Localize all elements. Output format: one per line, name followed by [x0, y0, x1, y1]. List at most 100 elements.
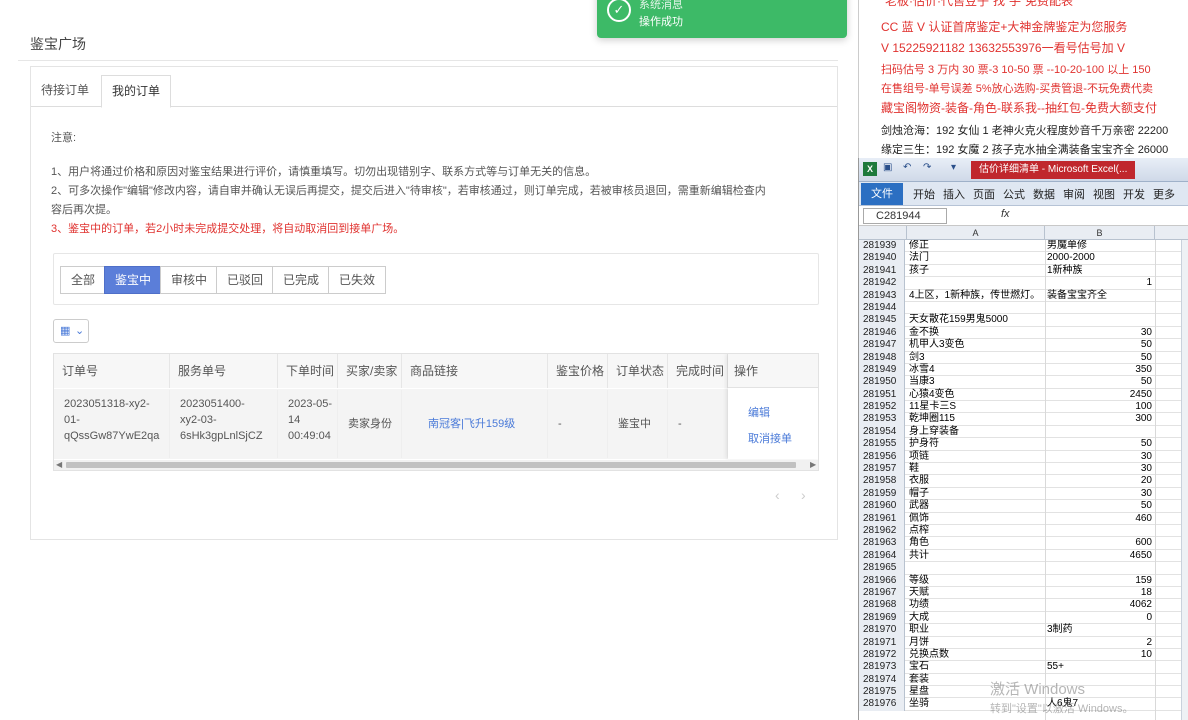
cell-b[interactable]: 4650: [1045, 550, 1155, 562]
row-number[interactable]: 281939: [859, 240, 905, 253]
spreadsheet-row[interactable]: 281963 角色 600: [859, 537, 1188, 550]
cell-a[interactable]: 当康3: [907, 376, 1043, 388]
cell-a[interactable]: 帽子: [907, 488, 1043, 500]
row-number[interactable]: 281948: [859, 351, 905, 364]
cell-b[interactable]: 0: [1045, 612, 1155, 624]
row-number[interactable]: 281961: [859, 512, 905, 525]
name-box[interactable]: C281944: [863, 208, 947, 224]
col-header-done-time[interactable]: 完成时间: [668, 354, 728, 388]
cell-b[interactable]: 2000-2000: [1045, 252, 1155, 264]
row-number[interactable]: 281960: [859, 500, 905, 513]
ribbon-tab-home[interactable]: 开始: [913, 186, 935, 202]
cell-b[interactable]: 100: [1045, 401, 1155, 413]
cancel-order-link[interactable]: 取消接单: [748, 430, 792, 446]
row-number[interactable]: 281953: [859, 413, 905, 426]
cell-b[interactable]: 男魔单修: [1045, 240, 1155, 252]
column-header-b[interactable]: B: [1045, 226, 1155, 240]
row-number[interactable]: 281965: [859, 562, 905, 575]
cell-a[interactable]: 宝石: [907, 661, 1043, 673]
spreadsheet-row[interactable]: 281943 4上区，1新种族，传世燃灯。 装备宝宝齐全: [859, 289, 1188, 302]
cell-a[interactable]: 功绩: [907, 599, 1043, 611]
spreadsheet-row[interactable]: 281966 等级 159: [859, 574, 1188, 587]
row-number[interactable]: 281954: [859, 425, 905, 439]
row-number[interactable]: 281958: [859, 475, 905, 488]
cell-a[interactable]: 法门: [907, 252, 1043, 264]
cell-a[interactable]: 共计: [907, 550, 1043, 562]
tab-my-orders[interactable]: 我的订单: [101, 75, 172, 108]
cell-b[interactable]: 4062: [1045, 599, 1155, 611]
cell-b[interactable]: 30: [1045, 488, 1155, 500]
row-number[interactable]: 281967: [859, 586, 905, 600]
tab-pending-orders[interactable]: 待接订单: [31, 75, 99, 107]
row-number[interactable]: 281959: [859, 487, 905, 501]
spreadsheet-row[interactable]: 281945 天女散花159男鬼5000: [859, 314, 1188, 327]
row-number[interactable]: 281950: [859, 376, 905, 389]
row-number[interactable]: 281949: [859, 363, 905, 377]
ribbon-tab-insert[interactable]: 插入: [943, 186, 965, 202]
ribbon-tab-more[interactable]: 更多: [1153, 186, 1175, 202]
row-number[interactable]: 281966: [859, 574, 905, 587]
row-number[interactable]: 281952: [859, 401, 905, 414]
row-number[interactable]: 281945: [859, 314, 905, 327]
spreadsheet-row[interactable]: 281973 宝石 55+: [859, 661, 1188, 674]
cell-a[interactable]: 佩饰: [907, 513, 1043, 525]
row-number[interactable]: 281946: [859, 326, 905, 340]
cell-a[interactable]: 武器: [907, 500, 1043, 512]
row-number[interactable]: 281975: [859, 686, 905, 699]
spreadsheet-row[interactable]: 281972 兑换点数 10: [859, 648, 1188, 662]
cell-a[interactable]: 兑换点数: [907, 649, 1043, 661]
spreadsheet-grid[interactable]: 281939 修正 男魔单修 281940 法门 2000-2000 281941 孩子 1新种…: [859, 240, 1188, 720]
cell-b[interactable]: 1新种族: [1045, 265, 1155, 277]
spreadsheet-row[interactable]: 281939 修正 男魔单修: [859, 240, 1188, 253]
cell-a[interactable]: 点榨: [907, 525, 1043, 537]
cell-a[interactable]: 孩子: [907, 265, 1043, 277]
cell-a[interactable]: 金不换: [907, 327, 1043, 339]
spreadsheet-row[interactable]: 281947 机甲人3变色 50: [859, 339, 1188, 352]
cell-a[interactable]: 冰雪4: [907, 364, 1043, 376]
horizontal-scrollbar[interactable]: ◀ ▶: [54, 460, 818, 470]
row-number[interactable]: 281951: [859, 388, 905, 402]
cell-a[interactable]: 身上穿装备: [907, 426, 1043, 438]
scroll-left-icon[interactable]: ◀: [56, 460, 62, 470]
row-number[interactable]: 281968: [859, 599, 905, 612]
filter-completed-button[interactable]: 已完成: [272, 266, 331, 294]
item-link[interactable]: 南冠客|飞升159级: [428, 418, 515, 430]
spreadsheet-row[interactable]: 281969 大成 0: [859, 611, 1188, 625]
spreadsheet-row[interactable]: 281953 乾坤圈115 300: [859, 413, 1188, 426]
scroll-right-icon[interactable]: ▶: [810, 460, 816, 470]
cell-a[interactable]: 衣服: [907, 475, 1043, 487]
spreadsheet-row[interactable]: 281948 剑3 50: [859, 351, 1188, 364]
row-number[interactable]: 281974: [859, 673, 905, 687]
cell-b[interactable]: 55+: [1045, 661, 1155, 673]
ribbon-tab-developer[interactable]: 开发: [1123, 186, 1145, 202]
row-number[interactable]: 281942: [859, 277, 905, 290]
cell-b[interactable]: 20: [1045, 475, 1155, 487]
cell-a[interactable]: 心猿4变色: [907, 389, 1043, 401]
spreadsheet-row[interactable]: 281971 月饼 2: [859, 636, 1188, 649]
row-number[interactable]: 281964: [859, 549, 905, 563]
spreadsheet-row[interactable]: 281968 功绩 4062: [859, 599, 1188, 612]
redo-icon[interactable]: ↷: [923, 162, 931, 173]
cell-a[interactable]: 4上区，1新种族，传世燃灯。: [907, 290, 1043, 302]
cell-b[interactable]: 300: [1045, 413, 1155, 425]
col-header-status[interactable]: 订单状态: [608, 354, 668, 388]
column-header-a[interactable]: A: [907, 226, 1045, 240]
spreadsheet-row[interactable]: 281944: [859, 301, 1188, 315]
cell-b[interactable]: 30: [1045, 463, 1155, 475]
fx-icon[interactable]: fx: [1001, 208, 1010, 220]
cell-a[interactable]: 等级: [907, 575, 1043, 587]
edit-link[interactable]: 编辑: [748, 404, 770, 420]
cell-a[interactable]: 角色: [907, 537, 1043, 549]
select-all-corner[interactable]: [859, 226, 907, 240]
spreadsheet-row[interactable]: 281956 项链 30: [859, 450, 1188, 464]
cell-a[interactable]: 修正: [907, 240, 1043, 252]
cell-b[interactable]: 159: [1045, 575, 1155, 587]
undo-icon[interactable]: ↶: [903, 162, 911, 173]
row-number[interactable]: 281941: [859, 264, 905, 278]
filter-appraising-button[interactable]: 鉴宝中: [104, 266, 163, 294]
prev-page-button[interactable]: ‹: [775, 487, 780, 503]
save-icon[interactable]: ▣: [883, 162, 892, 173]
ribbon-tab-data[interactable]: 数据: [1033, 186, 1055, 202]
ribbon-tab-review[interactable]: 审阅: [1063, 186, 1085, 202]
row-number[interactable]: 281962: [859, 524, 905, 538]
